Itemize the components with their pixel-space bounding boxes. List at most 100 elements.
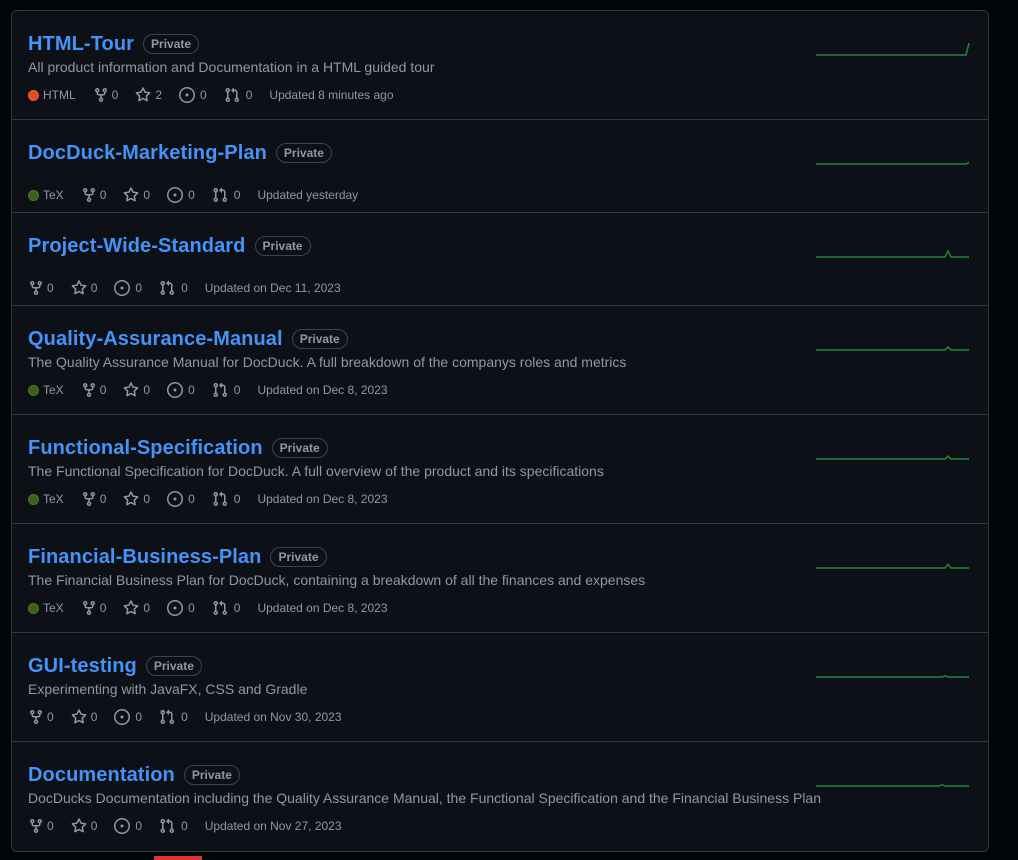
language-color-dot	[28, 89, 39, 101]
issues-link[interactable]: 0	[167, 187, 195, 203]
fork-icon	[30, 710, 42, 725]
pull-requests-count: 0	[233, 492, 241, 506]
repo-description: DocDucks Documentation including the Qua…	[28, 790, 821, 806]
forks-link[interactable]: 0	[81, 491, 106, 507]
pull-requests-link[interactable]: 0	[159, 818, 188, 834]
forks-link[interactable]: 0	[81, 187, 107, 203]
repo-title-line: Documentation Private	[28, 763, 240, 787]
pull-requests-link[interactable]: 0	[212, 187, 241, 203]
fork-icon	[30, 281, 42, 296]
issues-link[interactable]: 0	[167, 600, 195, 616]
fork-icon	[82, 188, 95, 203]
repo-name-link[interactable]: Project-Wide-Standard	[28, 235, 246, 258]
repo-meta: TeX 0 0 0 0 Updated on Dec 8, 2023	[28, 600, 388, 616]
pull-requests-count: 0	[233, 601, 241, 615]
repo-name-link[interactable]: Quality-Assurance-Manual	[28, 328, 283, 351]
issue-icon	[167, 382, 184, 398]
fork-icon	[94, 88, 107, 103]
repository-item: Quality-Assurance-Manual Private The Qua…	[12, 306, 988, 415]
forks-count: 0	[99, 601, 107, 615]
repo-title-line: Project-Wide-Standard Private	[28, 234, 311, 258]
repo-name-link[interactable]: Financial-Business-Plan	[28, 546, 261, 569]
stars-link[interactable]: 0	[123, 382, 150, 398]
repo-meta: 0 0 0 0 Updated on Nov 30, 2023	[28, 709, 342, 725]
updated-time: Updated on Nov 30, 2023	[204, 710, 342, 724]
forks-link[interactable]: 0	[28, 280, 54, 296]
pull-requests-link[interactable]: 0	[212, 600, 241, 616]
stars-link[interactable]: 0	[71, 818, 97, 834]
updated-time: Updated on Dec 8, 2023	[257, 601, 388, 615]
updated-time: Updated on Dec 8, 2023	[257, 492, 388, 506]
pull-requests-count: 0	[233, 188, 241, 202]
repo-description: The Financial Business Plan for DocDuck,…	[28, 572, 646, 588]
issues-link[interactable]: 0	[114, 280, 142, 296]
issue-icon	[167, 187, 184, 203]
issues-link[interactable]: 0	[179, 87, 207, 103]
issues-link[interactable]: 0	[167, 382, 195, 398]
pull-requests-link[interactable]: 0	[224, 87, 253, 103]
pull-requests-link[interactable]: 0	[212, 382, 241, 398]
forks-count: 0	[111, 88, 119, 102]
scroll-indicator	[154, 856, 202, 860]
repo-meta: 0 0 0 0 Updated on Dec 11, 2023	[28, 280, 341, 296]
issue-icon	[114, 818, 131, 834]
forks-link[interactable]: 0	[81, 382, 106, 398]
activity-sparkline	[816, 674, 969, 678]
repo-meta: TeX 0 0 0 0 Updated on Dec 8, 2023	[28, 382, 388, 398]
forks-count: 0	[47, 710, 54, 724]
issues-link[interactable]: 0	[167, 491, 195, 507]
repo-title-line: HTML-Tour Private	[28, 32, 200, 56]
language-color-dot	[28, 384, 39, 396]
repo-name-link[interactable]: Documentation	[28, 764, 175, 787]
repository-item: GUI-testing Private Experimenting with J…	[12, 633, 988, 742]
issues-count: 0	[135, 281, 143, 295]
repo-name-link[interactable]: GUI-testing	[28, 655, 137, 678]
forks-link[interactable]: 0	[93, 87, 119, 103]
stars-link[interactable]: 2	[135, 87, 162, 103]
language-name: TeX	[43, 492, 64, 506]
stars-link[interactable]: 0	[71, 280, 97, 296]
pull-requests-count: 0	[233, 383, 241, 397]
forks-link[interactable]: 0	[28, 818, 54, 834]
language-label: TeX	[28, 383, 64, 397]
language-label: HTML	[28, 88, 76, 102]
forks-link[interactable]: 0	[28, 709, 54, 725]
forks-count: 0	[99, 188, 107, 202]
repo-description: All product information and Documentatio…	[28, 59, 435, 75]
repo-name-link[interactable]: Functional-Specification	[28, 437, 263, 460]
updated-time: Updated yesterday	[257, 188, 359, 202]
stars-count: 0	[143, 188, 151, 202]
issues-link[interactable]: 0	[114, 709, 142, 725]
visibility-badge: Private	[271, 438, 328, 458]
activity-sparkline	[816, 345, 969, 351]
language-name: TeX	[43, 383, 64, 397]
repo-name-link[interactable]: HTML-Tour	[28, 33, 134, 56]
forks-link[interactable]: 0	[81, 600, 107, 616]
issues-count: 0	[188, 492, 195, 506]
issues-link[interactable]: 0	[114, 818, 142, 834]
activity-sparkline	[816, 249, 969, 258]
repo-meta: HTML 0 2 0 0 Updated 8 minutes ago	[28, 87, 394, 103]
stars-link[interactable]: 0	[123, 491, 150, 507]
pull-requests-link[interactable]: 0	[212, 491, 241, 507]
stars-link[interactable]: 0	[123, 187, 150, 203]
pull-request-icon	[225, 87, 239, 103]
sparkline-path	[816, 345, 969, 351]
forks-count: 0	[47, 281, 54, 295]
repo-name-link[interactable]: DocDuck-Marketing-Plan	[28, 142, 267, 165]
pull-requests-count: 0	[181, 710, 188, 724]
language-label: TeX	[28, 188, 64, 202]
visibility-badge: Private	[270, 547, 327, 567]
pull-request-icon	[213, 600, 227, 616]
stars-count: 0	[143, 383, 151, 397]
repo-description: The Quality Assurance Manual for DocDuck…	[28, 354, 627, 370]
repository-item: Project-Wide-Standard Private 0 0 0 0 Up…	[12, 213, 988, 306]
repository-item: HTML-Tour Private All product informatio…	[12, 11, 988, 120]
updated-time: Updated on Dec 11, 2023	[204, 281, 341, 295]
repo-description: The Functional Specification for DocDuck…	[28, 463, 604, 479]
pull-requests-link[interactable]: 0	[159, 709, 188, 725]
pull-requests-count: 0	[245, 88, 253, 102]
pull-requests-link[interactable]: 0	[159, 280, 188, 296]
stars-link[interactable]: 0	[71, 709, 97, 725]
stars-link[interactable]: 0	[123, 600, 150, 616]
